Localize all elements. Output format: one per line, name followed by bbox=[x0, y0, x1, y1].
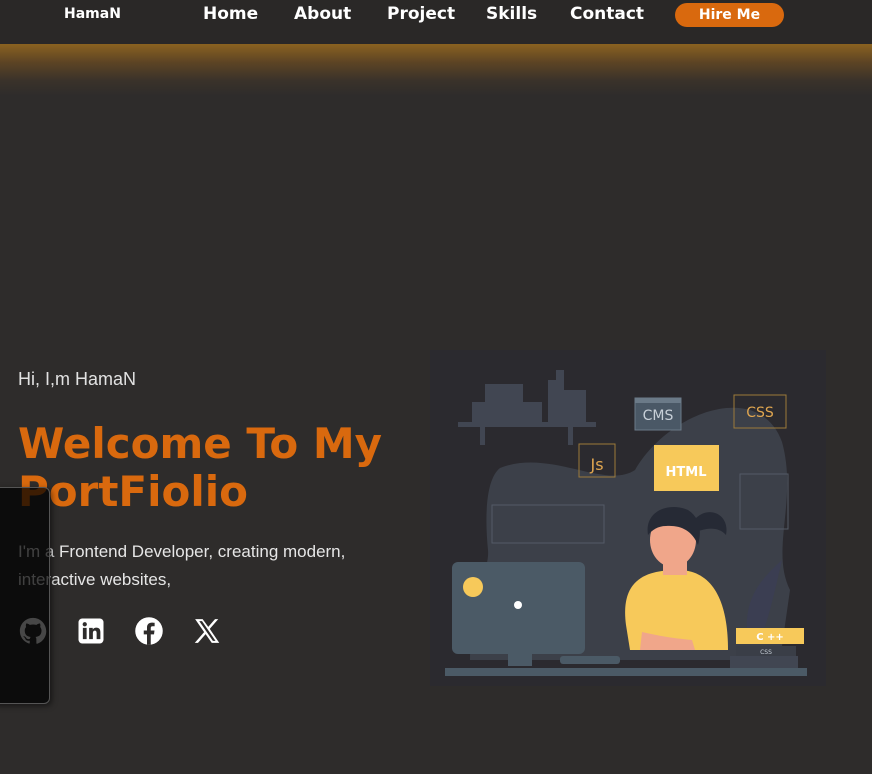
hire-me-button[interactable]: Hire Me bbox=[675, 3, 784, 27]
html-label: HTML bbox=[666, 465, 707, 480]
cms-label: CMS bbox=[643, 408, 674, 424]
hero-greeting: Hi, I,m HamaN bbox=[18, 369, 137, 389]
logo[interactable]: HamaN bbox=[64, 6, 121, 22]
developer-illustration: CMS CSS Js HTML C ++ CSS bbox=[430, 350, 826, 686]
side-panel bbox=[0, 487, 50, 704]
html-label-box: HTML bbox=[654, 445, 719, 491]
js-label: Js bbox=[589, 455, 603, 474]
nav-link-project[interactable]: Project bbox=[387, 4, 455, 24]
hero-description: I'm a Frontend Developer, creating moder… bbox=[18, 542, 346, 589]
cpp-label: C ++ bbox=[756, 632, 784, 643]
nav-link-about[interactable]: About bbox=[294, 4, 351, 24]
cpp-label-box: C ++ bbox=[736, 628, 804, 644]
nav-link-home[interactable]: Home bbox=[203, 4, 258, 24]
css-label: CSS bbox=[746, 405, 774, 421]
navbar-glow bbox=[0, 44, 872, 96]
nav-link-contact[interactable]: Contact bbox=[570, 4, 644, 24]
navbar: HamaN Home About Project Skills Contact … bbox=[0, 0, 872, 44]
facebook-icon[interactable] bbox=[134, 616, 164, 646]
css-small-label: CSS bbox=[760, 649, 772, 656]
linkedin-icon[interactable] bbox=[76, 616, 106, 646]
cms-label-box: CMS bbox=[634, 397, 682, 431]
nav-link-skills[interactable]: Skills bbox=[486, 4, 537, 24]
x-icon[interactable] bbox=[192, 616, 222, 646]
hero-title: Welcome To My PortFiolio bbox=[18, 419, 383, 516]
